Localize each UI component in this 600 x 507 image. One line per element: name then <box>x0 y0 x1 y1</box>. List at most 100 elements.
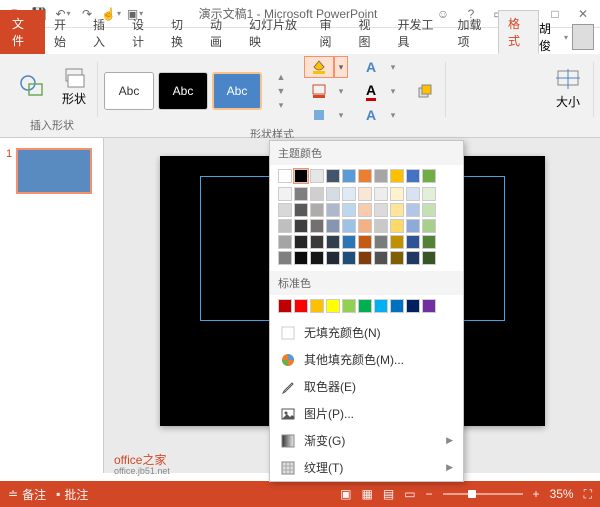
color-swatch[interactable] <box>358 251 372 265</box>
color-swatch[interactable] <box>390 203 404 217</box>
color-swatch[interactable] <box>294 235 308 249</box>
color-swatch[interactable] <box>310 219 324 233</box>
color-swatch[interactable] <box>326 219 340 233</box>
shape-outline-button[interactable] <box>304 80 334 102</box>
style-preset-3[interactable]: Abc <box>212 72 262 110</box>
color-swatch[interactable] <box>358 187 372 201</box>
shape-effects-button[interactable] <box>304 104 334 126</box>
color-swatch[interactable] <box>278 251 292 265</box>
color-swatch[interactable] <box>278 187 292 201</box>
color-swatch[interactable] <box>390 251 404 265</box>
zoom-in-button[interactable]: + <box>533 487 540 501</box>
color-swatch[interactable] <box>342 219 356 233</box>
color-swatch[interactable] <box>406 169 420 183</box>
notes-button[interactable]: ≐ 备注 <box>8 486 46 503</box>
color-swatch[interactable] <box>374 169 388 183</box>
thumbnail-1[interactable]: 1 <box>6 148 97 194</box>
color-swatch[interactable] <box>310 235 324 249</box>
color-swatch[interactable] <box>326 251 340 265</box>
color-swatch[interactable] <box>326 169 340 183</box>
shape-outline-dropdown[interactable]: ▾ <box>334 80 348 102</box>
color-swatch[interactable] <box>422 235 436 249</box>
color-swatch[interactable] <box>422 203 436 217</box>
color-swatch[interactable] <box>310 299 324 313</box>
color-swatch[interactable] <box>374 235 388 249</box>
shape-fill-dropdown[interactable]: ▾ <box>334 56 348 78</box>
style-preset-2[interactable]: Abc <box>158 72 208 110</box>
text-effects-button[interactable]: A <box>356 104 386 126</box>
normal-view-icon[interactable]: ▣ <box>340 487 351 501</box>
color-swatch[interactable] <box>374 251 388 265</box>
color-swatch[interactable] <box>358 203 372 217</box>
eyedropper-item[interactable]: 取色器(E) <box>270 373 463 400</box>
color-swatch[interactable] <box>422 169 436 183</box>
color-swatch[interactable] <box>294 299 308 313</box>
tab-format[interactable]: 格式 <box>498 10 539 54</box>
zoom-thumb[interactable] <box>468 490 476 498</box>
color-swatch[interactable] <box>406 203 420 217</box>
color-swatch[interactable] <box>406 219 420 233</box>
color-swatch[interactable] <box>422 187 436 201</box>
sorter-view-icon[interactable]: ▦ <box>362 487 373 501</box>
text-effects-dropdown[interactable]: ▾ <box>386 104 400 126</box>
color-swatch[interactable] <box>326 187 340 201</box>
bring-forward-button[interactable] <box>410 80 440 102</box>
color-swatch[interactable] <box>374 299 388 313</box>
picture-item[interactable]: 图片(P)... <box>270 400 463 427</box>
color-swatch[interactable] <box>310 203 324 217</box>
reading-view-icon[interactable]: ▤ <box>383 487 394 501</box>
tab-design[interactable]: 设计 <box>123 12 162 54</box>
tab-animations[interactable]: 动画 <box>201 12 240 54</box>
color-swatch[interactable] <box>342 235 356 249</box>
color-swatch[interactable] <box>278 203 292 217</box>
zoom-out-button[interactable]: − <box>426 487 433 501</box>
color-swatch[interactable] <box>374 187 388 201</box>
text-fill-dropdown[interactable]: ▾ <box>386 56 400 78</box>
color-swatch[interactable] <box>310 187 324 201</box>
color-swatch[interactable] <box>406 235 420 249</box>
color-swatch[interactable] <box>278 235 292 249</box>
color-swatch[interactable] <box>406 187 420 201</box>
shapes-button[interactable]: 形状 <box>56 64 92 109</box>
color-swatch[interactable] <box>342 187 356 201</box>
color-swatch[interactable] <box>390 299 404 313</box>
color-swatch[interactable] <box>358 299 372 313</box>
color-swatch[interactable] <box>390 219 404 233</box>
text-outline-dropdown[interactable]: ▾ <box>386 80 400 102</box>
color-swatch[interactable] <box>390 235 404 249</box>
color-swatch[interactable] <box>342 299 356 313</box>
styles-down-icon[interactable]: ▼ <box>266 84 296 98</box>
color-swatch[interactable] <box>358 219 372 233</box>
color-swatch[interactable] <box>358 169 372 183</box>
no-fill-item[interactable]: 无填充颜色(N) <box>270 319 463 346</box>
shape-fill-button[interactable] <box>304 56 334 78</box>
color-swatch[interactable] <box>342 203 356 217</box>
zoom-level[interactable]: 35% <box>550 487 574 501</box>
color-swatch[interactable] <box>294 169 308 183</box>
tab-slideshow[interactable]: 幻灯片放映 <box>240 12 310 54</box>
color-swatch[interactable] <box>422 219 436 233</box>
user-area[interactable]: 胡俊 ▾ <box>539 20 600 54</box>
size-button[interactable]: 大小 <box>548 65 588 112</box>
fit-window-icon[interactable]: ⛶ <box>584 487 592 502</box>
color-swatch[interactable] <box>358 235 372 249</box>
color-swatch[interactable] <box>326 235 340 249</box>
tab-view[interactable]: 视图 <box>349 12 388 54</box>
tab-insert[interactable]: 插入 <box>84 12 123 54</box>
color-swatch[interactable] <box>278 299 292 313</box>
style-preset-1[interactable]: Abc <box>104 72 154 110</box>
gradient-item[interactable]: 渐变(G) ▶ <box>270 427 463 454</box>
zoom-slider[interactable] <box>443 493 523 495</box>
color-swatch[interactable] <box>342 251 356 265</box>
tab-home[interactable]: 开始 <box>45 12 84 54</box>
color-swatch[interactable] <box>310 169 324 183</box>
color-swatch[interactable] <box>326 203 340 217</box>
color-swatch[interactable] <box>294 203 308 217</box>
color-swatch[interactable] <box>374 203 388 217</box>
tab-file[interactable]: 文件 <box>0 10 45 54</box>
tab-addins[interactable]: 加载项 <box>448 12 497 54</box>
text-outline-button[interactable]: A <box>356 80 386 102</box>
color-swatch[interactable] <box>342 169 356 183</box>
avatar[interactable] <box>572 24 594 50</box>
shape-effects-dropdown[interactable]: ▾ <box>334 104 348 126</box>
